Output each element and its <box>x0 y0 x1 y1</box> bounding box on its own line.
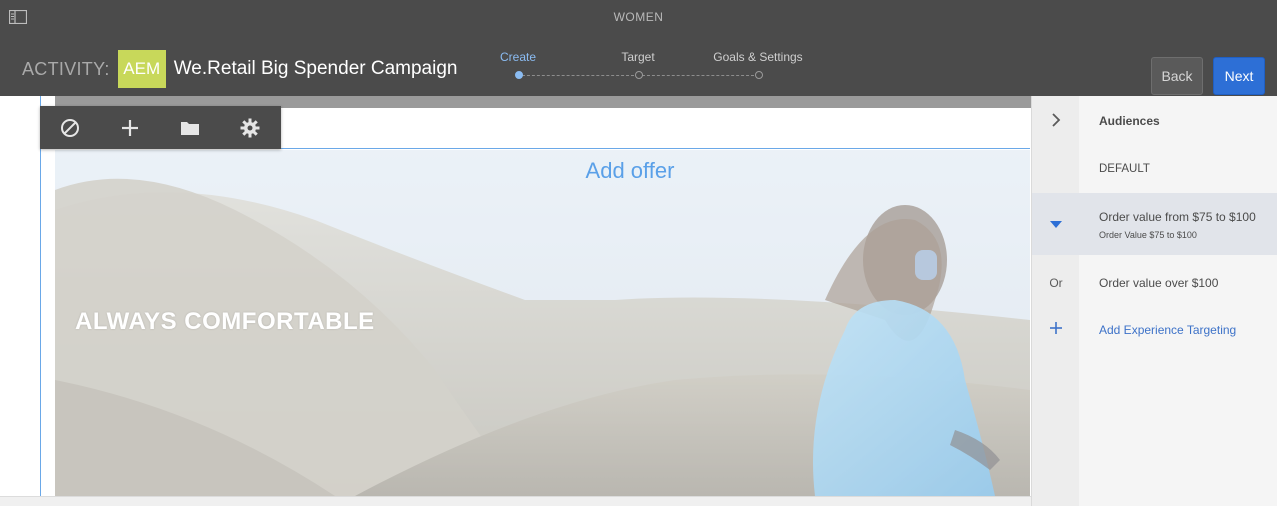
step-connector <box>642 75 754 76</box>
audience-default-label: DEFAULT <box>1099 163 1150 175</box>
or-label: Or <box>1049 276 1063 290</box>
add-experience-targeting-link[interactable]: Add Experience Targeting <box>1099 323 1236 337</box>
audience-item-75-100[interactable]: Order value from $75 to $100 Order Value… <box>1032 193 1277 255</box>
step-create[interactable]: Create <box>448 50 588 64</box>
gear-icon[interactable] <box>220 106 280 149</box>
activity-label: ACTIVITY: <box>22 58 110 79</box>
component-toolbar <box>40 106 281 149</box>
audiences-header[interactable]: Audiences <box>1032 96 1277 146</box>
page-title: WOMEN <box>613 10 664 24</box>
folder-icon[interactable] <box>160 106 220 149</box>
step-dot-goals[interactable] <box>755 71 763 79</box>
step-connector <box>522 75 634 76</box>
step-target[interactable]: Target <box>568 50 708 64</box>
chevron-right-icon[interactable] <box>1046 113 1066 130</box>
step-dot-create[interactable] <box>515 71 523 79</box>
caret-down-icon[interactable] <box>1046 218 1066 232</box>
back-button[interactable]: Back <box>1151 57 1203 95</box>
audience-item-sublabel: Order Value $75 to $100 <box>1099 230 1197 240</box>
aem-badge: AEM <box>117 50 166 88</box>
audience-item-label: Order value over $100 <box>1099 276 1219 290</box>
app-root: WOMEN ACTIVITY: AEM We.Retail Big Spende… <box>0 0 1277 506</box>
step-goals-settings[interactable]: Goals & Settings <box>688 50 828 64</box>
disable-icon[interactable] <box>40 106 100 149</box>
page-editor: Add offer ALWAYS COMFORTABLE <box>0 96 1031 506</box>
step-dot-target[interactable] <box>635 71 643 79</box>
editor-bottom-edge <box>0 496 1031 506</box>
audience-item-over-100[interactable]: Or Order value over $100 <box>1032 259 1277 305</box>
audience-item-label: Order value from $75 to $100 <box>1099 210 1256 224</box>
hero-headline: ALWAYS COMFORTABLE <box>75 308 375 335</box>
audiences-title: Audiences <box>1099 114 1160 128</box>
activity-title: ACTIVITY: AEM We.Retail Big Spender Camp… <box>22 50 457 88</box>
audience-default[interactable]: DEFAULT <box>1032 146 1277 192</box>
activity-name: We.Retail Big Spender Campaign <box>173 58 458 79</box>
add-experience-targeting[interactable]: Add Experience Targeting <box>1032 307 1277 353</box>
header-bar: WOMEN ACTIVITY: AEM We.Retail Big Spende… <box>0 0 1277 96</box>
add-icon[interactable] <box>100 106 160 149</box>
audiences-panel: Audiences DEFAULT Order value from $75 t… <box>1031 96 1277 506</box>
wizard-stepper: Create Target Goals & Settings <box>470 50 830 86</box>
plus-icon[interactable] <box>1046 322 1066 337</box>
next-button[interactable]: Next <box>1213 57 1265 95</box>
